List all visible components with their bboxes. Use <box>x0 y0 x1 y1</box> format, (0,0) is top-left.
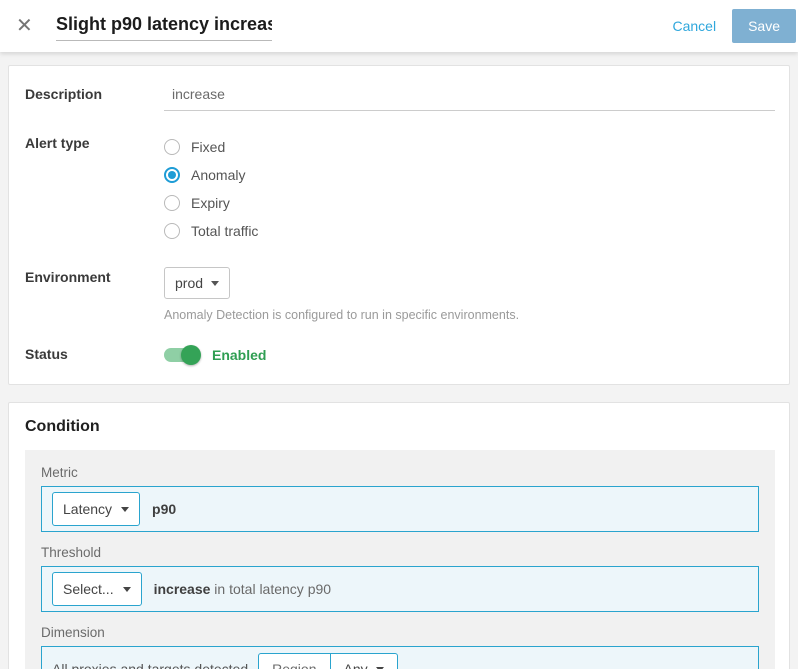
dimension-value-dropdown[interactable]: Any <box>330 653 398 669</box>
header-bar: ✕ Cancel Save <box>0 0 798 52</box>
radio-label: Anomaly <box>191 167 245 183</box>
dimension-row: All proxies and targets detected Region … <box>41 646 759 669</box>
status-label: Status <box>25 344 164 362</box>
alert-name-input[interactable] <box>56 12 272 41</box>
alert-type-options: Fixed Anomaly Expiry Total traffic <box>164 133 775 245</box>
radio-label: Expiry <box>191 195 230 211</box>
radio-circle-icon <box>164 167 180 183</box>
toggle-knob <box>181 345 201 365</box>
alert-type-row: Alert type Fixed Anomaly Expiry Total tr… <box>25 133 775 245</box>
radio-expiry[interactable]: Expiry <box>164 189 775 217</box>
radio-fixed[interactable]: Fixed <box>164 133 775 161</box>
threshold-dropdown-value: Select... <box>63 581 114 597</box>
threshold-dropdown[interactable]: Select... <box>52 572 142 606</box>
metric-dropdown-value: Latency <box>63 501 112 517</box>
save-button[interactable]: Save <box>732 9 796 43</box>
environment-dropdown-value: prod <box>175 275 203 291</box>
metric-value: p90 <box>152 501 176 517</box>
condition-box: Metric Latency p90 Threshold Select... <box>25 450 775 669</box>
radio-label: Total traffic <box>191 223 258 239</box>
metric-row: Latency p90 <box>41 486 759 532</box>
radio-label: Fixed <box>191 139 225 155</box>
radio-total-traffic[interactable]: Total traffic <box>164 217 775 245</box>
description-input[interactable] <box>164 84 775 111</box>
caret-down-icon <box>123 587 131 592</box>
cancel-button[interactable]: Cancel <box>672 18 716 34</box>
metric-dropdown[interactable]: Latency <box>52 492 140 526</box>
dimension-text: All proxies and targets detected <box>52 661 248 669</box>
status-value: Enabled <box>212 347 266 363</box>
radio-anomaly[interactable]: Anomaly <box>164 161 775 189</box>
page-body: Description Alert type Fixed Anomaly Exp… <box>0 52 798 669</box>
dimension-selector: Region Any <box>258 653 398 669</box>
threshold-value-bold: increase <box>154 581 211 597</box>
alert-type-label: Alert type <box>25 133 164 151</box>
metric-group: Metric Latency p90 <box>41 465 759 532</box>
metric-label: Metric <box>41 465 759 480</box>
dimension-key-label: Region <box>272 661 316 669</box>
condition-card: Condition Metric Latency p90 Threshold S… <box>8 402 790 669</box>
caret-down-icon <box>121 507 129 512</box>
environment-label: Environment <box>25 267 164 285</box>
threshold-value-rest: in total latency p90 <box>210 581 331 597</box>
description-label: Description <box>25 84 164 102</box>
status-toggle[interactable] <box>164 348 198 362</box>
close-icon[interactable]: ✕ <box>16 16 44 36</box>
condition-heading: Condition <box>25 418 775 436</box>
caret-down-icon <box>211 281 219 286</box>
threshold-row: Select... increase in total latency p90 <box>41 566 759 612</box>
general-settings-card: Description Alert type Fixed Anomaly Exp… <box>8 65 790 385</box>
threshold-label: Threshold <box>41 545 759 560</box>
dimension-group: Dimension All proxies and targets detect… <box>41 625 759 669</box>
radio-circle-icon <box>164 223 180 239</box>
radio-circle-icon <box>164 139 180 155</box>
environment-row: Environment prod Anomaly Detection is co… <box>25 267 775 322</box>
threshold-group: Threshold Select... increase in total la… <box>41 545 759 612</box>
description-row: Description <box>25 84 775 111</box>
dimension-value-label: Any <box>344 661 368 669</box>
status-row: Status Enabled <box>25 344 775 366</box>
threshold-value: increase in total latency p90 <box>154 581 331 597</box>
radio-circle-icon <box>164 195 180 211</box>
dimension-label: Dimension <box>41 625 759 640</box>
dimension-key-button[interactable]: Region <box>258 653 330 669</box>
environment-dropdown[interactable]: prod <box>164 267 230 299</box>
environment-help-text: Anomaly Detection is configured to run i… <box>164 308 775 322</box>
